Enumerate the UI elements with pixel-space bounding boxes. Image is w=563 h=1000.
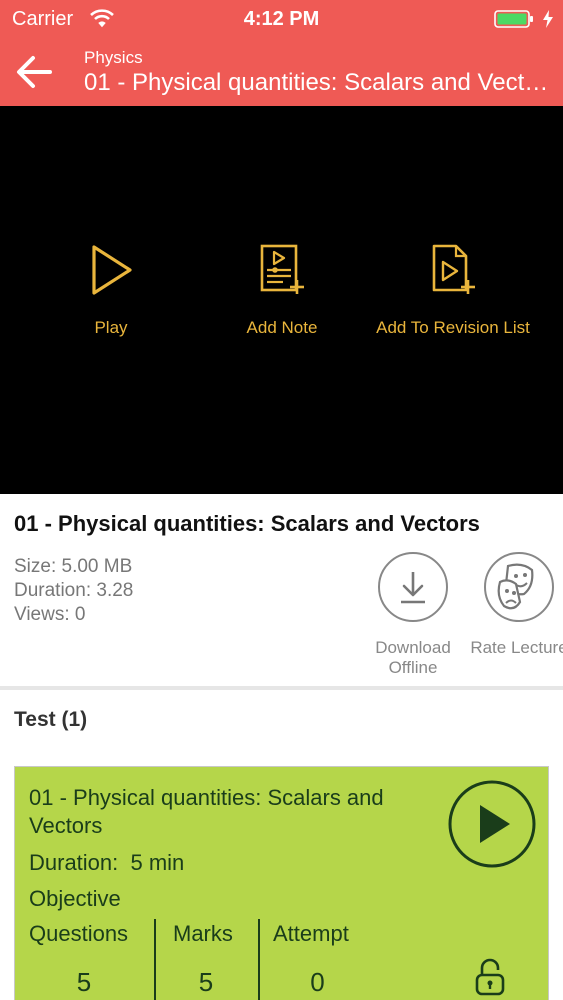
play-label: Play <box>94 318 128 337</box>
status-time: 4:12 PM <box>243 8 320 30</box>
download-offline-button[interactable] <box>378 552 448 622</box>
test-title: 01 - Physical quantities: Scalars and Ve… <box>29 785 384 838</box>
rate-lecture-button[interactable] <box>484 552 554 622</box>
attempt-value: 0 <box>310 967 325 997</box>
play-icon <box>92 245 132 295</box>
marks-value: 5 <box>198 967 214 997</box>
attempt-label: Attempt <box>273 921 349 946</box>
lecture-title: 01 - Physical quantities: Scalars and Ve… <box>14 511 480 536</box>
nav-header: Carrier 4:12 PM Physics 01 - Physical qu… <box>0 0 563 106</box>
marks-label: Marks <box>173 921 233 946</box>
subject-label: Physics <box>84 48 143 67</box>
download-icon <box>401 572 425 604</box>
header-title: 01 - Physical quantities: Scalars and Ve… <box>84 69 554 96</box>
size-text: Size: 5.00 MB <box>14 556 133 577</box>
play-button[interactable]: Play <box>31 242 191 338</box>
tests-section: Test (1) 01 - Physical quantities: Scala… <box>0 686 563 1000</box>
lecture-info-card: 01 - Physical quantities: Scalars and Ve… <box>0 494 563 686</box>
questions-label: Questions <box>29 921 129 946</box>
test-duration: Duration: 5 min <box>29 850 185 875</box>
video-player[interactable]: Play Add Note Add To Revision List <box>0 106 563 494</box>
back-arrow-icon[interactable] <box>14 52 54 92</box>
lecture-meta: Size: 5.00 MB Duration: 3.28 Views: 0 <box>14 555 133 627</box>
theater-masks-icon <box>497 563 534 610</box>
duration-text: Duration: 3.28 <box>14 580 134 601</box>
start-test-play-icon[interactable] <box>447 779 537 869</box>
test-card[interactable]: 01 - Physical quantities: Scalars and Ve… <box>14 766 549 1000</box>
add-note-icon <box>260 244 304 294</box>
add-note-label: Add Note <box>246 318 318 337</box>
add-to-revision-list-label: Add To Revision List <box>376 318 530 337</box>
charging-icon <box>543 10 553 28</box>
views-text: Views: 0 <box>14 604 86 625</box>
unlock-icon <box>475 958 505 996</box>
download-offline-label: Download Offline <box>375 638 451 677</box>
test-type: Objective <box>29 886 121 911</box>
add-note-button[interactable]: Add Note <box>202 242 362 338</box>
battery-icon <box>494 10 533 28</box>
add-to-revision-list-button[interactable]: Add To Revision List <box>373 242 533 338</box>
rate-lecture-label: Rate Lecture <box>470 638 563 657</box>
status-bar: Carrier 4:12 PM <box>0 0 563 38</box>
add-revision-icon <box>432 244 475 294</box>
tests-heading: Test (1) <box>14 708 88 731</box>
questions-value: 5 <box>76 967 92 997</box>
